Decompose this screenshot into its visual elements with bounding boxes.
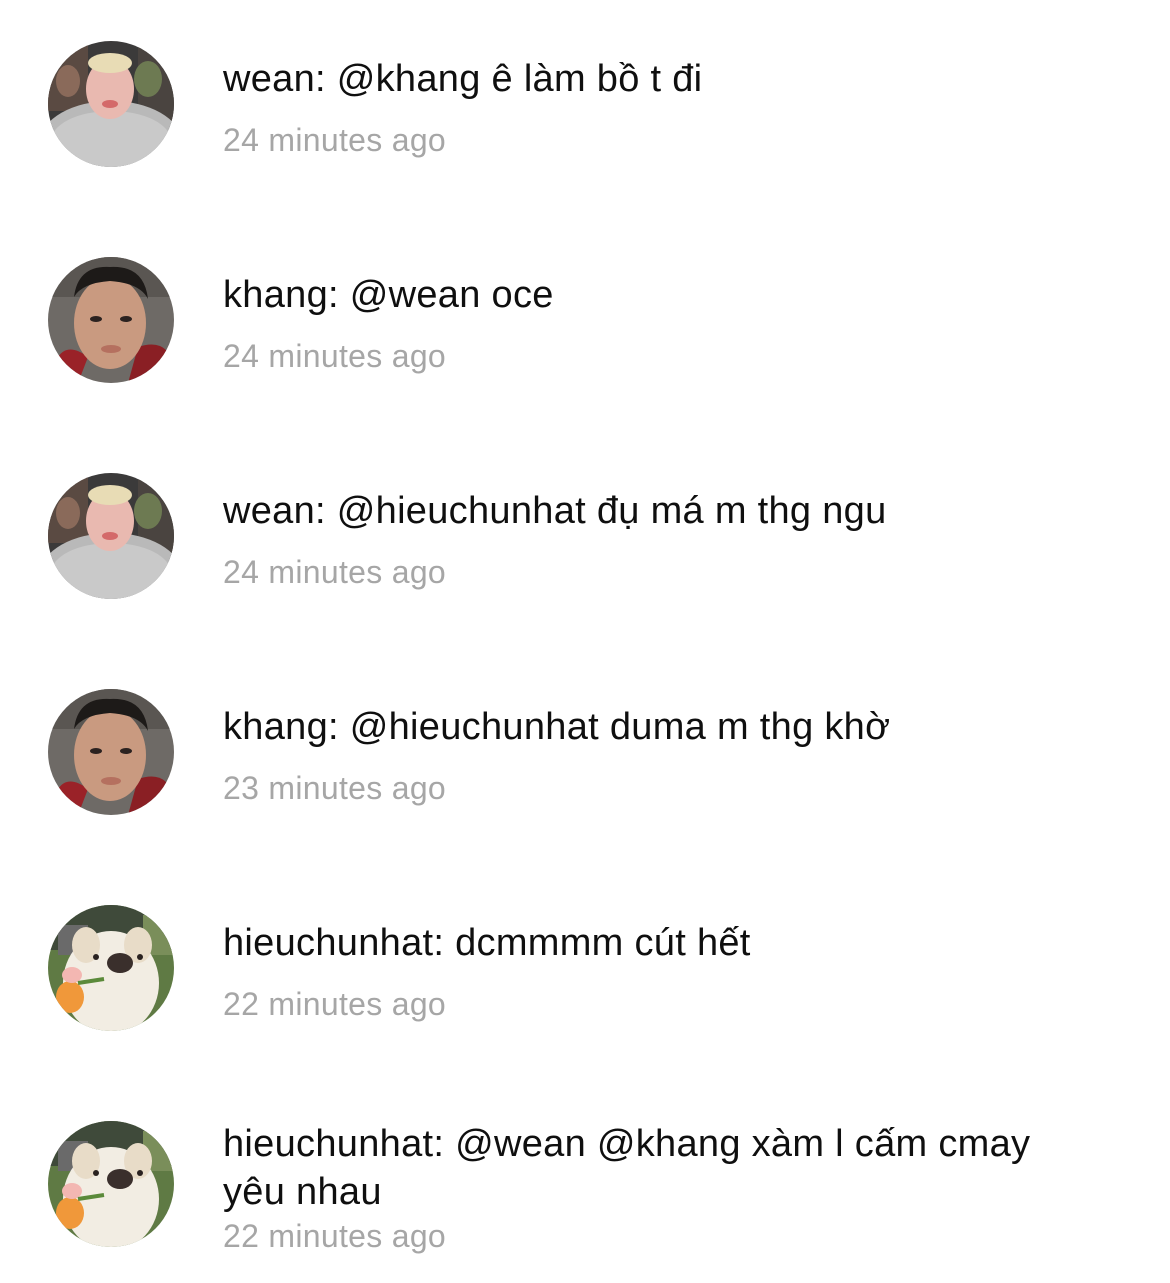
comment-text: khang: @wean oce: [223, 274, 554, 316]
comment-timestamp: 24 minutes ago: [223, 122, 447, 158]
avatar[interactable]: [48, 689, 174, 815]
comment-timestamp: 22 minutes ago: [223, 986, 447, 1022]
comment-text: khang: @hieuchunhat duma m thg khờ: [223, 706, 891, 748]
avatar[interactable]: [48, 1121, 174, 1247]
avatar[interactable]: [48, 257, 174, 383]
comment-timestamp: 24 minutes ago: [223, 554, 447, 590]
avatar[interactable]: [48, 905, 174, 1031]
comment-timestamp: 24 minutes ago: [223, 338, 447, 374]
comment-text: wean: @khang ê làm bồ t đi: [223, 58, 703, 100]
avatar[interactable]: [48, 41, 174, 167]
comment-text: wean: @hieuchunhat đụ má m thg ngu: [223, 490, 887, 532]
comment-timestamp: 23 minutes ago: [223, 770, 447, 806]
avatar[interactable]: [48, 473, 174, 599]
comment-text: hieuchunhat: dcmmmm cút hết: [223, 922, 751, 964]
comment-text: hieuchunhat: @wean @khang xàm l cấm cmay…: [223, 1123, 1031, 1213]
comment-timestamp: 22 minutes ago: [223, 1218, 447, 1254]
